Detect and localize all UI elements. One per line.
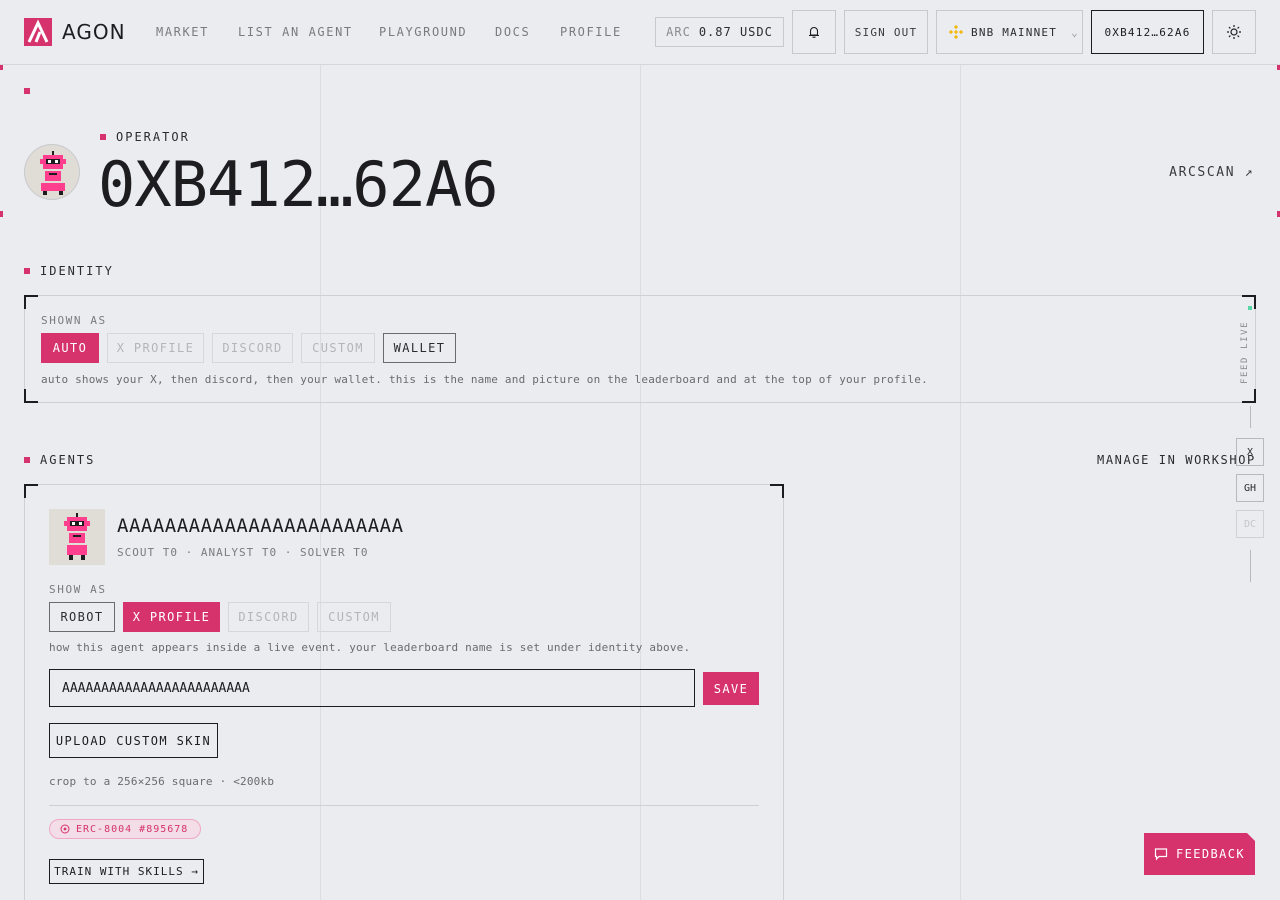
nav-link-playground[interactable]: PLAYGROUND [379,25,467,39]
operator-label: OPERATOR [116,130,190,144]
nav-link-docs[interactable]: DOCS [495,25,530,39]
agents-heading: AGENTS [24,453,95,467]
token-icon [60,824,70,834]
identity-option-auto[interactable]: AUTO [41,333,99,363]
sun-icon [1227,25,1241,39]
corner-mark [24,484,38,498]
section-marker [100,134,106,140]
corner-mark [24,295,38,309]
corner-mark [24,389,38,403]
network-select[interactable]: BNB MAINNET ⌄ [936,10,1083,54]
chevron-down-icon: ⌄ [1071,25,1079,39]
agent-card: AAAAAAAAAAAAAAAAAAAAAAAA SCOUT T0 · ANAL… [24,484,784,900]
agent-option-custom[interactable]: CUSTOM [317,602,391,632]
agent-avatar [49,509,105,565]
feedback-label: FEEDBACK [1176,847,1245,861]
arcscan-link[interactable]: ARCSCAN ↗ [1169,165,1254,180]
brand-name: AGON [62,20,126,44]
identity-title: IDENTITY [40,264,114,278]
section-marker [24,88,30,94]
train-skills-button[interactable]: TRAIN WITH SKILLS → [49,859,204,884]
chat-icon [1154,847,1168,861]
agent-name-input[interactable] [49,669,695,707]
crop-note: crop to a 256×256 square · <200kb [49,775,275,788]
section-marker [24,268,30,274]
identity-card: SHOWN AS AUTO X PROFILE DISCORD CUSTOM W… [24,295,1256,403]
brand-logo[interactable]: AGON [24,18,126,46]
balance-value: 0.87 USDC [698,25,773,39]
wallet-button[interactable]: 0XB412…62A6 [1091,10,1204,54]
upload-skin-button[interactable]: UPLOAD CUSTOM SKIN [49,723,218,758]
notifications-button[interactable] [792,10,836,54]
agent-option-x-profile[interactable]: X PROFILE [123,602,220,632]
divider [49,805,759,806]
agent-name: AAAAAAAAAAAAAAAAAAAAAAAA [117,515,404,537]
balance-display: ARC 0.87 USDC [655,17,784,47]
operator-eyebrow: OPERATOR [100,130,190,144]
manage-workshop-link[interactable]: MANAGE IN WORKSHOP [1097,453,1256,467]
live-dot [1248,306,1252,310]
shown-as-label: SHOWN AS [41,314,107,327]
feed-live-label: FEED LIVE [1240,320,1250,384]
theme-toggle-button[interactable] [1212,10,1256,54]
network-label: BNB MAINNET [971,25,1058,39]
agent-help: how this agent appears inside a live eve… [49,641,691,654]
show-as-label: SHOW AS [49,583,107,596]
bell-icon [809,26,819,38]
edge-marker [0,211,3,217]
identity-heading: IDENTITY [24,264,114,278]
rail-divider [1250,550,1251,582]
agent-tiers: SCOUT T0 · ANALYST T0 · SOLVER T0 [117,546,369,559]
identity-option-x-profile[interactable]: X PROFILE [107,333,204,363]
erc-badge-label: ERC-8004 #895678 [76,823,189,835]
discord-button[interactable]: DC [1236,510,1264,538]
nav-link-list-agent[interactable]: LIST AN AGENT [238,25,353,39]
robot-icon [40,151,66,195]
agon-logo-icon [24,18,52,46]
identity-option-wallet[interactable]: WALLET [383,333,456,363]
grid-line [960,65,961,900]
agent-option-discord[interactable]: DISCORD [228,602,309,632]
erc-badge: ERC-8004 #895678 [49,819,202,839]
top-nav: AGON MARKET LIST AN AGENT PLAYGROUND DOC… [0,0,1280,65]
bnb-icon [949,25,963,39]
identity-help: auto shows your X, then discord, then yo… [41,373,928,386]
rail-divider [1250,406,1251,428]
operator-address: 0XB412…62A6 [98,148,499,221]
github-button[interactable]: GH [1236,474,1264,502]
identity-option-discord[interactable]: DISCORD [212,333,293,363]
save-button[interactable]: SAVE [703,672,759,705]
nav-link-profile[interactable]: PROFILE [560,25,622,39]
sign-out-button[interactable]: SIGN OUT [844,10,928,54]
identity-option-custom[interactable]: CUSTOM [301,333,375,363]
corner-mark [1242,389,1256,403]
balance-label: ARC [666,25,691,39]
nav-link-market[interactable]: MARKET [156,25,209,39]
operator-avatar [24,144,80,200]
feedback-button[interactable]: FEEDBACK [1144,833,1255,875]
section-marker [24,457,30,463]
corner-mark [770,484,784,498]
robot-icon [64,513,90,560]
agent-option-robot[interactable]: ROBOT [49,602,115,632]
agents-title: AGENTS [40,453,96,467]
